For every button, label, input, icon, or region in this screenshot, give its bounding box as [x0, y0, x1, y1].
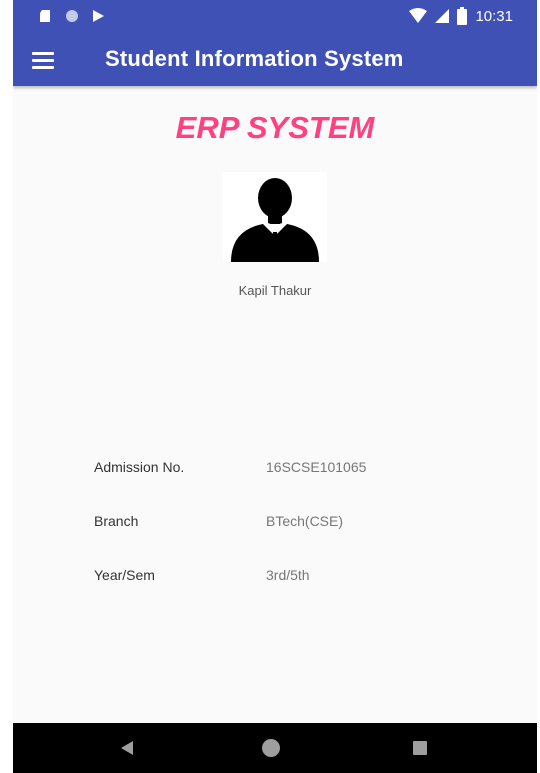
person-avatar-icon [223, 172, 327, 262]
branch-label: Branch [94, 513, 139, 529]
recent-apps-icon[interactable] [413, 741, 427, 755]
admission-no-label: Admission No. [94, 459, 185, 475]
status-left-icons [39, 9, 105, 23]
hamburger-menu-icon[interactable] [29, 45, 59, 75]
year-sem-label: Year/Sem [94, 567, 155, 583]
status-bar: 10:31 [13, 0, 537, 33]
home-icon[interactable] [262, 739, 280, 757]
student-name: Kapil Thakur [238, 283, 312, 298]
year-sem-value: 3rd/5th [266, 567, 310, 583]
status-right-icons: 10:31 [409, 7, 513, 25]
erp-heading: ERP SYSTEM [175, 110, 375, 145]
phone-screen: 10:31 Student Information System ERP SYS… [13, 0, 537, 773]
signal-icon [435, 9, 450, 23]
status-time: 10:31 [475, 7, 513, 25]
circle-icon [66, 10, 78, 22]
app-title: Student Information System [105, 46, 404, 71]
app-bar: Student Information System [13, 33, 537, 86]
wifi-icon [409, 8, 428, 23]
play-icon [93, 10, 104, 22]
back-icon[interactable] [121, 741, 133, 755]
sd-card-icon [40, 10, 50, 22]
admission-no-value: 16SCSE101065 [266, 459, 367, 475]
battery-icon [457, 7, 468, 25]
navigation-bar [13, 723, 537, 773]
branch-value: BTech(CSE) [266, 513, 344, 529]
